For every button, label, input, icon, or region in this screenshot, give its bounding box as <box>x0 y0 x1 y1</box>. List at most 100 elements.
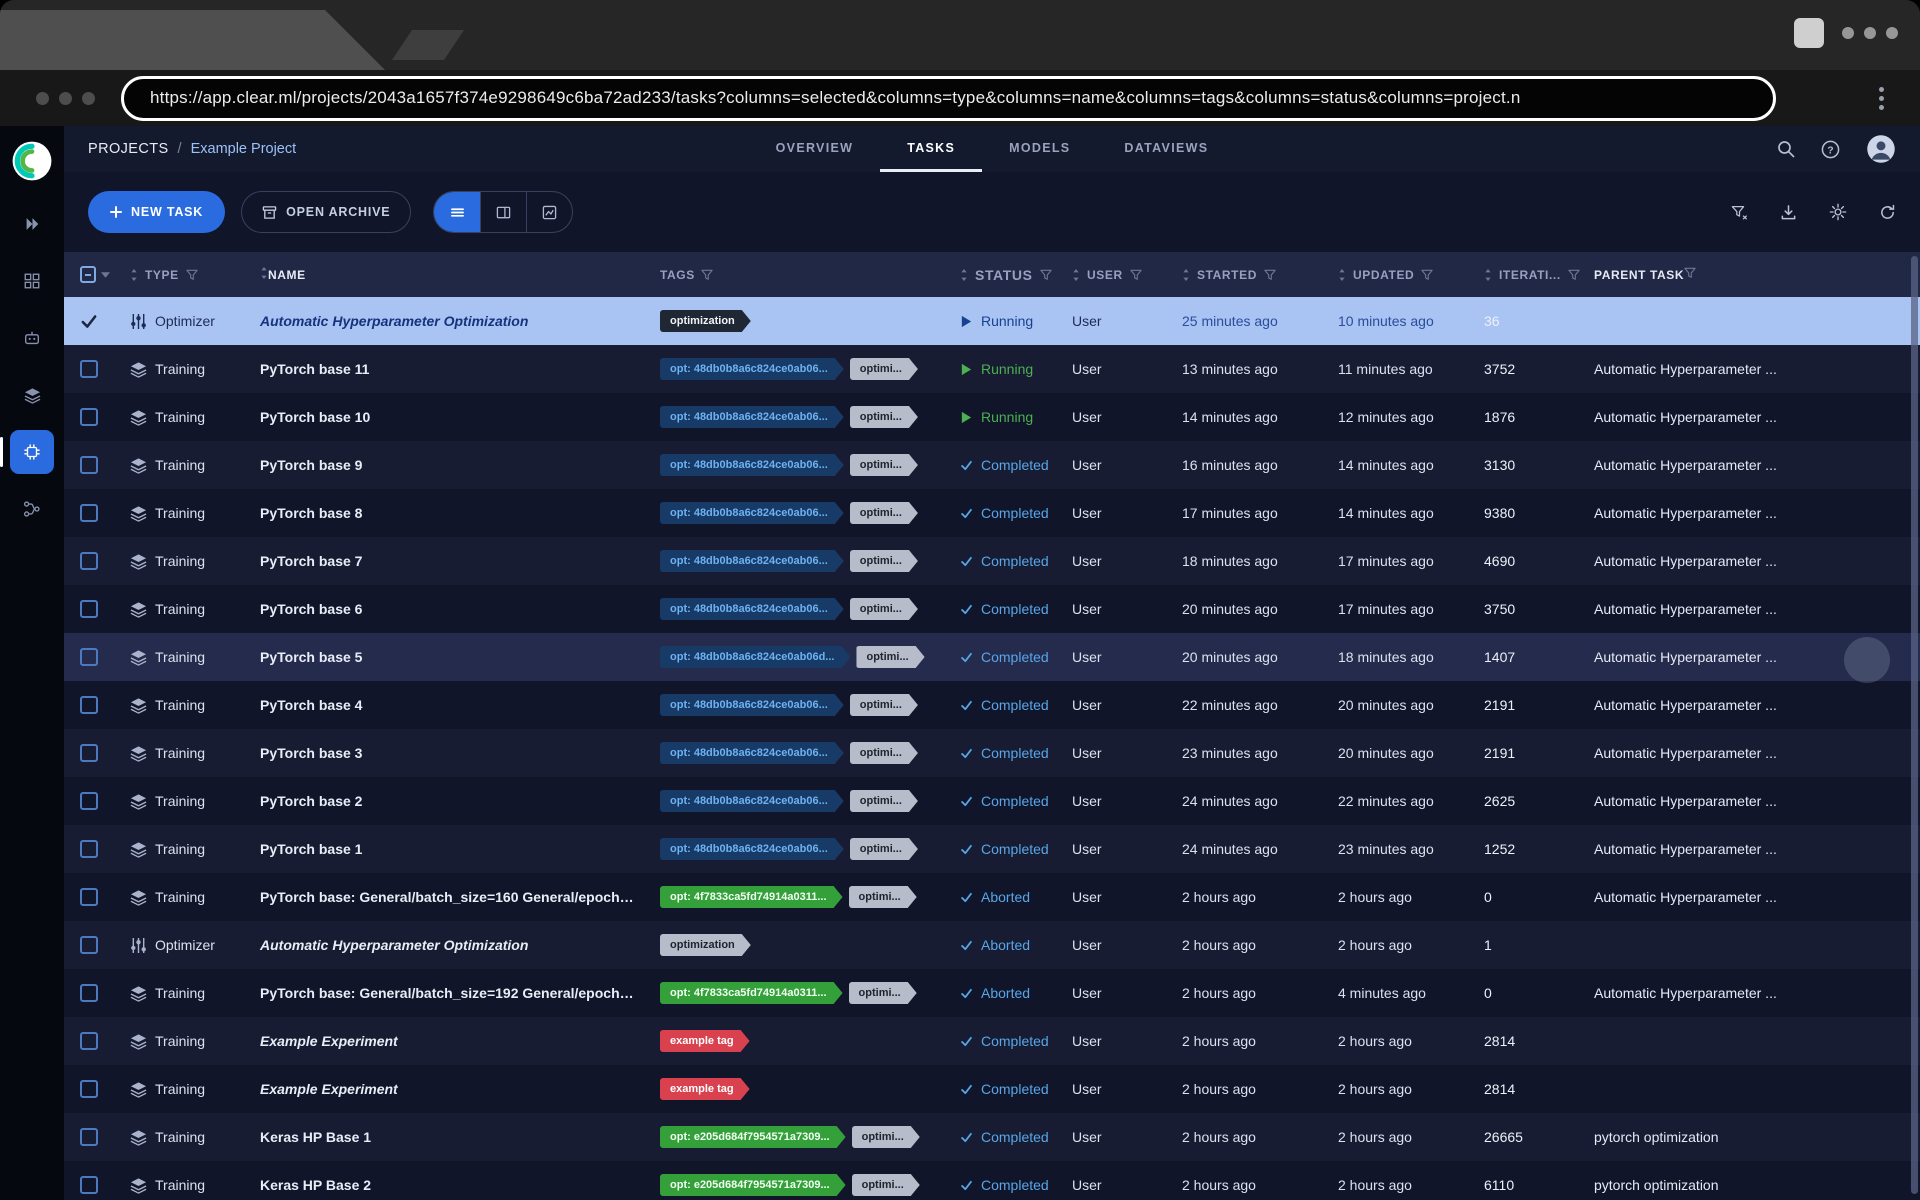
sidebar-item-projects[interactable] <box>10 259 54 303</box>
task-name[interactable]: PyTorch base 6 <box>250 585 650 633</box>
task-name[interactable]: PyTorch base 9 <box>250 441 650 489</box>
tag-pill[interactable]: optimi... <box>850 550 918 572</box>
browser-menu-icon[interactable] <box>1879 87 1884 110</box>
row-checkbox[interactable] <box>80 792 98 810</box>
chart-view-button[interactable] <box>526 192 572 232</box>
window-controls[interactable] <box>36 92 95 105</box>
column-header-user[interactable]: USER <box>1062 268 1172 282</box>
row-checkbox[interactable] <box>80 840 98 858</box>
row-checkbox[interactable] <box>80 744 98 762</box>
sort-icon[interactable] <box>1182 269 1190 281</box>
task-name[interactable]: PyTorch base 3 <box>250 729 650 777</box>
tag-pill[interactable]: opt: 48db0b8a6c824ce0ab06... <box>660 502 844 524</box>
tag-pill[interactable]: optimi... <box>856 646 924 668</box>
tab-overview[interactable]: OVERVIEW <box>749 126 881 172</box>
download-icon[interactable] <box>1780 204 1797 221</box>
row-checkbox[interactable] <box>80 1176 98 1194</box>
table-row[interactable]: TrainingPyTorch base 1opt: 48db0b8a6c824… <box>64 825 1920 873</box>
task-name[interactable]: PyTorch base 11 <box>250 345 650 393</box>
table-row[interactable]: TrainingPyTorch base 6opt: 48db0b8a6c824… <box>64 585 1920 633</box>
task-name[interactable]: Automatic Hyperparameter Optimization <box>250 297 650 345</box>
row-checkbox[interactable] <box>80 696 98 714</box>
tab-models[interactable]: MODELS <box>982 126 1097 172</box>
tag-pill[interactable]: optimi... <box>850 358 918 380</box>
sidebar-item-launch[interactable] <box>10 202 54 246</box>
breadcrumb-projects[interactable]: PROJECTS <box>88 141 169 157</box>
task-name[interactable]: PyTorch base 1 <box>250 825 650 873</box>
select-all-header[interactable] <box>64 266 120 283</box>
table-row[interactable]: TrainingPyTorch base 4opt: 48db0b8a6c824… <box>64 681 1920 729</box>
sidebar-item-automation[interactable] <box>10 316 54 360</box>
user-avatar[interactable] <box>1866 134 1896 164</box>
sort-icon[interactable] <box>960 269 968 281</box>
task-name[interactable]: Example Experiment <box>250 1065 650 1113</box>
table-row[interactable]: TrainingKeras HP Base 1opt: e205d684f795… <box>64 1113 1920 1161</box>
row-checkbox[interactable] <box>80 504 98 522</box>
tag-pill[interactable]: opt: 48db0b8a6c824ce0ab06... <box>660 598 844 620</box>
table-row[interactable]: TrainingPyTorch base 2opt: 48db0b8a6c824… <box>64 777 1920 825</box>
breadcrumb-current[interactable]: Example Project <box>191 141 297 157</box>
tag-pill[interactable]: optimi... <box>850 598 918 620</box>
table-row[interactable]: OptimizerAutomatic Hyperparameter Optimi… <box>64 921 1920 969</box>
caret-down-icon[interactable] <box>101 272 110 278</box>
task-name[interactable]: PyTorch base 7 <box>250 537 650 585</box>
tag-pill[interactable]: optimi... <box>849 886 917 908</box>
task-name[interactable]: Example Experiment <box>250 1017 650 1065</box>
tag-pill[interactable]: opt: 48db0b8a6c824ce0ab06... <box>660 694 844 716</box>
column-header-parent[interactable]: PARENT TASK <box>1584 251 1920 299</box>
table-row[interactable]: TrainingPyTorch base 9opt: 48db0b8a6c824… <box>64 441 1920 489</box>
sidebar-item-experiments[interactable] <box>10 430 54 474</box>
tag-pill[interactable]: opt: 4f7833ca5fd74914a0311... <box>660 982 843 1004</box>
table-row[interactable]: TrainingPyTorch base 10opt: 48db0b8a6c82… <box>64 393 1920 441</box>
tag-pill[interactable]: optimization <box>660 310 751 332</box>
column-header-name[interactable]: NAME <box>250 251 650 299</box>
row-checkbox[interactable] <box>80 1080 98 1098</box>
table-row[interactable]: TrainingPyTorch base 7opt: 48db0b8a6c824… <box>64 537 1920 585</box>
tag-pill[interactable]: example tag <box>660 1078 750 1100</box>
task-name[interactable]: PyTorch base 5 <box>250 633 650 681</box>
task-name[interactable]: PyTorch base: General/batch_size=160 Gen… <box>250 873 650 921</box>
filter-icon[interactable] <box>1040 269 1052 281</box>
table-row[interactable]: TrainingKeras HP Base 2opt: e205d684f795… <box>64 1161 1920 1200</box>
sort-icon[interactable] <box>130 269 138 281</box>
tag-pill[interactable]: optimi... <box>850 838 918 860</box>
column-header-iteration[interactable]: ITERATI... <box>1474 268 1584 282</box>
task-name[interactable]: PyTorch base 4 <box>250 681 650 729</box>
filter-icon[interactable] <box>186 269 198 281</box>
column-header-started[interactable]: STARTED <box>1172 268 1328 282</box>
sidebar-item-pipelines[interactable] <box>10 487 54 531</box>
tag-pill[interactable]: optimi... <box>850 406 918 428</box>
tag-pill[interactable]: optimi... <box>850 742 918 764</box>
row-checkbox[interactable] <box>80 360 98 378</box>
task-name[interactable]: PyTorch base: General/batch_size=192 Gen… <box>250 969 650 1017</box>
window-menu-dots[interactable] <box>1842 27 1898 39</box>
tag-pill[interactable]: opt: 48db0b8a6c824ce0ab06... <box>660 790 844 812</box>
url-bar[interactable]: https://app.clear.ml/projects/2043a1657f… <box>121 76 1776 121</box>
filter-icon[interactable] <box>1130 269 1142 281</box>
table-row[interactable]: TrainingPyTorch base 8opt: 48db0b8a6c824… <box>64 489 1920 537</box>
sort-icon[interactable] <box>260 267 268 279</box>
sidebar-item-datasets[interactable] <box>10 373 54 417</box>
table-row[interactable]: TrainingPyTorch base 5opt: 48db0b8a6c824… <box>64 633 1920 681</box>
column-header-type[interactable]: TYPE <box>120 268 250 282</box>
filter-icon[interactable] <box>1421 269 1433 281</box>
row-checkbox[interactable] <box>80 408 98 426</box>
tag-pill[interactable]: opt: 48db0b8a6c824ce0ab06d... <box>660 646 850 668</box>
browser-tab-secondary[interactable] <box>392 30 464 60</box>
row-checkbox[interactable] <box>80 648 98 666</box>
tag-pill[interactable]: example tag <box>660 1030 750 1052</box>
filter-icon[interactable] <box>1684 267 1696 279</box>
window-restore-button[interactable] <box>1794 18 1824 48</box>
column-header-tags[interactable]: TAGS <box>650 268 950 282</box>
table-row[interactable]: TrainingPyTorch base: General/batch_size… <box>64 873 1920 921</box>
table-row[interactable]: OptimizerAutomatic Hyperparameter Optimi… <box>64 297 1920 345</box>
table-row[interactable]: TrainingPyTorch base 11opt: 48db0b8a6c82… <box>64 345 1920 393</box>
tag-pill[interactable]: opt: e205d684f7954571a7309... <box>660 1126 846 1148</box>
settings-icon[interactable] <box>1829 203 1847 221</box>
tag-pill[interactable]: optimi... <box>850 502 918 524</box>
tag-pill[interactable]: opt: 48db0b8a6c824ce0ab06... <box>660 550 844 572</box>
filter-icon[interactable] <box>1264 269 1276 281</box>
tag-pill[interactable]: optimi... <box>852 1174 920 1196</box>
table-view-button[interactable] <box>434 192 480 232</box>
sort-icon[interactable] <box>1072 269 1080 281</box>
